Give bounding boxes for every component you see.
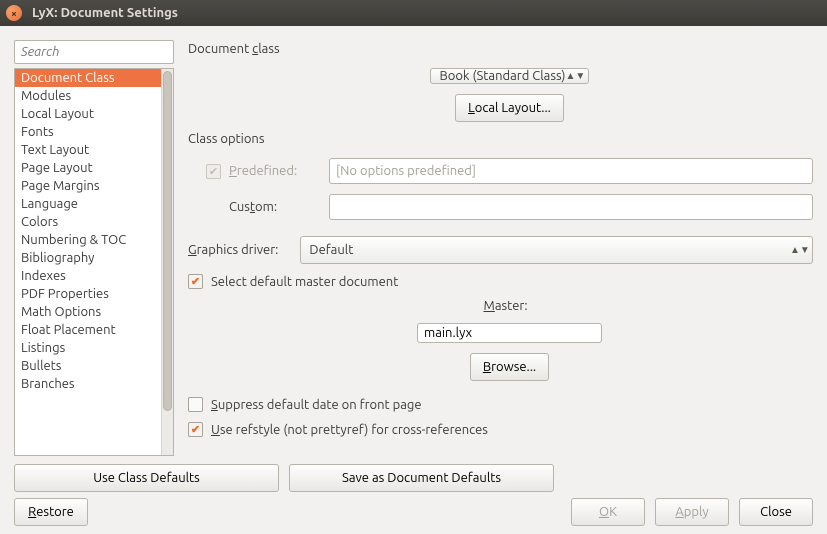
content: Document ClassModulesLocal LayoutFontsTe… bbox=[0, 26, 827, 534]
document-class-value: Book (Standard Class) bbox=[439, 69, 565, 83]
sidebar-item[interactable]: Text Layout bbox=[15, 141, 161, 159]
category-list[interactable]: Document ClassModulesLocal LayoutFontsTe… bbox=[15, 69, 161, 455]
graphics-combo[interactable]: Default ▲▼ bbox=[300, 236, 813, 264]
sidebar-item[interactable]: Branches bbox=[15, 375, 161, 393]
action-bar: Restore OK Apply Close bbox=[14, 498, 813, 526]
ok-button[interactable]: OK bbox=[571, 498, 645, 526]
suppress-date-label: Suppress default date on front page bbox=[211, 398, 422, 412]
refstyle-label: Use refstyle (not prettyref) for cross-r… bbox=[211, 423, 488, 437]
master-field[interactable] bbox=[417, 323, 602, 343]
scroll-thumb[interactable] bbox=[163, 71, 172, 411]
graphics-value: Default bbox=[309, 243, 790, 257]
combo-arrows-icon: ▲▼ bbox=[566, 73, 580, 79]
custom-label: Custom: bbox=[229, 200, 321, 214]
save-doc-defaults-button[interactable]: Save as Document Defaults bbox=[289, 464, 554, 492]
select-master-label: Select default master document bbox=[211, 275, 398, 289]
apply-button[interactable]: Apply bbox=[655, 498, 729, 526]
sidebar-item[interactable]: Float Placement bbox=[15, 321, 161, 339]
window-title: LyX: Document Settings bbox=[32, 6, 178, 20]
main-panel: Document class Book (Standard Class) ▲▼ … bbox=[188, 40, 813, 456]
suppress-date-checkbox[interactable] bbox=[188, 397, 203, 412]
close-button[interactable]: Close bbox=[739, 498, 813, 526]
close-icon[interactable]: × bbox=[6, 5, 22, 21]
sidebar: Document ClassModulesLocal LayoutFontsTe… bbox=[14, 40, 174, 456]
defaults-bar: Use Class Defaults Save as Document Defa… bbox=[14, 464, 813, 492]
master-label: Master: bbox=[484, 299, 536, 313]
sidebar-item[interactable]: Bibliography bbox=[15, 249, 161, 267]
document-class-heading: Document class bbox=[188, 42, 813, 56]
class-options-heading: Class options bbox=[188, 132, 813, 146]
sidebar-item[interactable]: Page Layout bbox=[15, 159, 161, 177]
browse-button[interactable]: Browse... bbox=[470, 353, 549, 381]
sidebar-item[interactable]: Fonts bbox=[15, 123, 161, 141]
sidebar-item[interactable]: Indexes bbox=[15, 267, 161, 285]
refstyle-checkbox[interactable] bbox=[188, 422, 203, 437]
scrollbar[interactable] bbox=[161, 69, 173, 455]
custom-field[interactable] bbox=[329, 194, 813, 220]
predefined-field bbox=[329, 158, 813, 184]
document-class-combo[interactable]: Book (Standard Class) ▲▼ bbox=[430, 68, 588, 84]
predefined-checkbox bbox=[206, 164, 221, 179]
sidebar-item[interactable]: Math Options bbox=[15, 303, 161, 321]
restore-button[interactable]: Restore bbox=[14, 498, 88, 526]
sidebar-item[interactable]: PDF Properties bbox=[15, 285, 161, 303]
use-class-defaults-button[interactable]: Use Class Defaults bbox=[14, 464, 279, 492]
sidebar-item[interactable]: Local Layout bbox=[15, 105, 161, 123]
titlebar: × LyX: Document Settings bbox=[0, 0, 827, 26]
sidebar-item[interactable]: Language bbox=[15, 195, 161, 213]
graphics-label: Graphics driver: bbox=[188, 243, 278, 257]
sidebar-item[interactable]: Bullets bbox=[15, 357, 161, 375]
local-layout-button[interactable]: Local Layout... bbox=[455, 94, 564, 122]
sidebar-item[interactable]: Document Class bbox=[15, 69, 161, 87]
sidebar-item[interactable]: Listings bbox=[15, 339, 161, 357]
predefined-label: Predefined: bbox=[229, 164, 321, 178]
sidebar-item[interactable]: Numbering & TOC bbox=[15, 231, 161, 249]
sidebar-item[interactable]: Modules bbox=[15, 87, 161, 105]
combo-arrows-icon: ▲▼ bbox=[790, 247, 804, 253]
search-input[interactable] bbox=[14, 40, 174, 64]
sidebar-item[interactable]: Colors bbox=[15, 213, 161, 231]
select-master-checkbox[interactable] bbox=[188, 274, 203, 289]
sidebar-item[interactable]: Page Margins bbox=[15, 177, 161, 195]
